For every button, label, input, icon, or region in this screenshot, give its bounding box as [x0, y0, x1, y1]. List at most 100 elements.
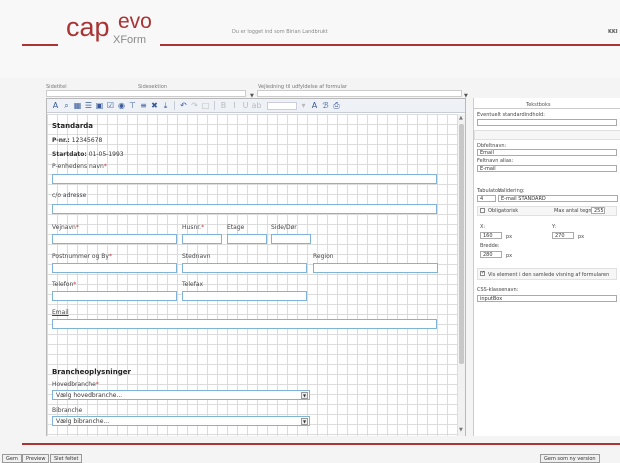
bibranche-value: Vælg bibranche...	[56, 418, 110, 425]
husnr-input[interactable]	[182, 234, 222, 244]
email-input[interactable]	[52, 319, 437, 329]
scroll-thumb[interactable]	[459, 124, 464, 364]
validation-label: Validering:	[498, 188, 525, 194]
telefax-label: Telefax	[182, 281, 204, 288]
checkbox-icon[interactable]: ☑	[106, 101, 115, 111]
delete-field-button[interactable]: Slet feltet	[50, 454, 83, 463]
side-dor-input[interactable]	[271, 234, 311, 244]
etage-label: Etage	[227, 224, 245, 231]
scroll-down-icon[interactable]: ▼	[459, 427, 463, 433]
telefon-input[interactable]	[52, 291, 177, 301]
find-icon[interactable]: ⌕	[62, 101, 71, 111]
co-address-input[interactable]	[52, 204, 437, 214]
css-input[interactable]: inputBox	[477, 295, 617, 302]
undo-icon[interactable]: ↶	[179, 101, 188, 111]
editor-scrollbar[interactable]: ▲ ▼	[457, 114, 465, 436]
radio-icon[interactable]: ◉	[117, 101, 126, 111]
width-input[interactable]: 280	[480, 251, 502, 258]
tabulator-input[interactable]: 4	[477, 195, 496, 202]
vejnavn-text: Vejnavn	[52, 224, 76, 231]
header: cap evo XForm Du er logget ind som Biria…	[0, 0, 620, 78]
region-input[interactable]	[313, 263, 438, 273]
properties-spacer	[474, 130, 620, 140]
properties-panel: Tekstboks Eventuelt standardindhold: Dbf…	[473, 98, 620, 436]
field-icon[interactable]: ⊤	[128, 101, 137, 111]
vejnavn-input[interactable]	[52, 234, 177, 244]
page: cap evo XForm Du er logget ind som Biria…	[0, 0, 620, 463]
redo-icon[interactable]: ↷	[190, 101, 199, 111]
font-select[interactable]	[267, 101, 297, 110]
hovedbranche-value: Vælg hovedbranche...	[56, 392, 123, 399]
max-chars-input[interactable]: 255	[591, 207, 605, 214]
bold-icon[interactable]: B	[219, 101, 228, 111]
scroll-up-icon[interactable]: ▲	[459, 115, 463, 121]
logo-cap: cap	[66, 12, 110, 42]
x-label: X:	[480, 224, 486, 230]
hovedbranche-text: Hovedbranche	[52, 381, 96, 388]
hr-icon[interactable]: □	[201, 101, 210, 111]
y-label: Y:	[552, 224, 557, 230]
logged-in-text: Du er logget ind som Birian Landbrukt	[232, 29, 328, 35]
hovedbranche-label: Hovedbranche*	[52, 381, 99, 388]
bibranche-select[interactable]: Vælg bibranche... ▼	[52, 416, 310, 426]
header-rule-right	[160, 44, 620, 46]
size-select-icon[interactable]: ▾	[299, 101, 308, 111]
align-icon[interactable]: ≡	[139, 101, 148, 111]
show-checkbox[interactable]	[480, 270, 485, 276]
chevron-down-icon[interactable]: ▼	[301, 392, 308, 399]
required-mark: *	[201, 224, 205, 231]
insert-icon[interactable]: ⤓	[161, 101, 170, 111]
print-icon[interactable]: ⎙	[332, 101, 341, 111]
x-input[interactable]: 160	[480, 232, 502, 239]
telefax-input[interactable]	[182, 291, 307, 301]
list-icon[interactable]: ☰	[84, 101, 93, 111]
font-color-icon[interactable]: A	[310, 101, 319, 111]
font-size-icon[interactable]: A	[51, 101, 60, 111]
title-input[interactable]	[46, 90, 246, 97]
side-dor-label: Side/Dør	[271, 224, 297, 231]
field-alias-label: Feltnavn alias:	[477, 158, 514, 164]
postnr-by-text: Postnummer og By	[52, 253, 109, 260]
guidance-input[interactable]	[257, 90, 462, 97]
required-mark: *	[95, 381, 99, 388]
default-value-input[interactable]	[477, 119, 617, 126]
save-button[interactable]: Gem	[2, 454, 22, 463]
co-address-label: c/o adresse	[52, 192, 87, 199]
p-name-input[interactable]	[52, 174, 437, 184]
telefon-label: Telefon*	[52, 281, 76, 288]
preview-button[interactable]: Preview	[22, 454, 50, 463]
etage-input[interactable]	[227, 234, 267, 244]
postnr-by-input[interactable]	[52, 263, 177, 273]
stednavn-input[interactable]	[182, 263, 307, 273]
form-editor: A ⌕ ▦ ☰ ▣ ☑ ◉ ⊤ ≡ ✖ ⤓ ↶ ↷ □ B I U ab ▾ A…	[46, 98, 466, 436]
standard-heading: Standarda	[52, 122, 94, 130]
underline-icon[interactable]: U	[241, 101, 250, 111]
hovedbranche-select[interactable]: Vælg hovedbranche... ▼	[52, 390, 310, 400]
delete-icon[interactable]: ✖	[150, 101, 159, 111]
husnr-label: Husnr.*	[182, 224, 204, 231]
bibranche-label: Bibranche	[52, 407, 83, 414]
field-name-input[interactable]: Email	[477, 149, 617, 156]
required-mark: *	[73, 281, 77, 288]
abc-icon[interactable]: ab	[252, 101, 262, 111]
form-canvas[interactable]: Standarda P-nr.: 12345678 Startdato: 01-…	[47, 114, 457, 436]
y-input[interactable]: 270	[552, 232, 574, 239]
show-label: Vis element i den samlede visning af for…	[488, 272, 610, 278]
chevron-down-icon[interactable]: ▼	[301, 418, 308, 425]
startdate-label: Startdato:	[52, 151, 87, 158]
table-icon[interactable]: ▦	[73, 101, 82, 111]
field-alias-input[interactable]: E-mail	[477, 165, 617, 172]
save-new-version-button[interactable]: Gem som ny version	[540, 454, 600, 463]
required-label: Obligatorisk	[488, 208, 519, 214]
bg-color-icon[interactable]: ℬ	[321, 101, 330, 111]
logo-xform: XForm	[113, 34, 146, 46]
width-unit: px	[506, 253, 513, 259]
image-icon[interactable]: ▣	[95, 101, 104, 111]
logo-evo: evo	[118, 10, 152, 33]
required-checkbox[interactable]	[480, 208, 485, 213]
header-right-text: KKI	[608, 29, 618, 35]
required-mark: *	[108, 253, 112, 260]
italic-icon[interactable]: I	[230, 101, 239, 111]
required-mark: *	[103, 163, 107, 170]
validation-select[interactable]: E-mail STANDARD	[498, 195, 618, 202]
